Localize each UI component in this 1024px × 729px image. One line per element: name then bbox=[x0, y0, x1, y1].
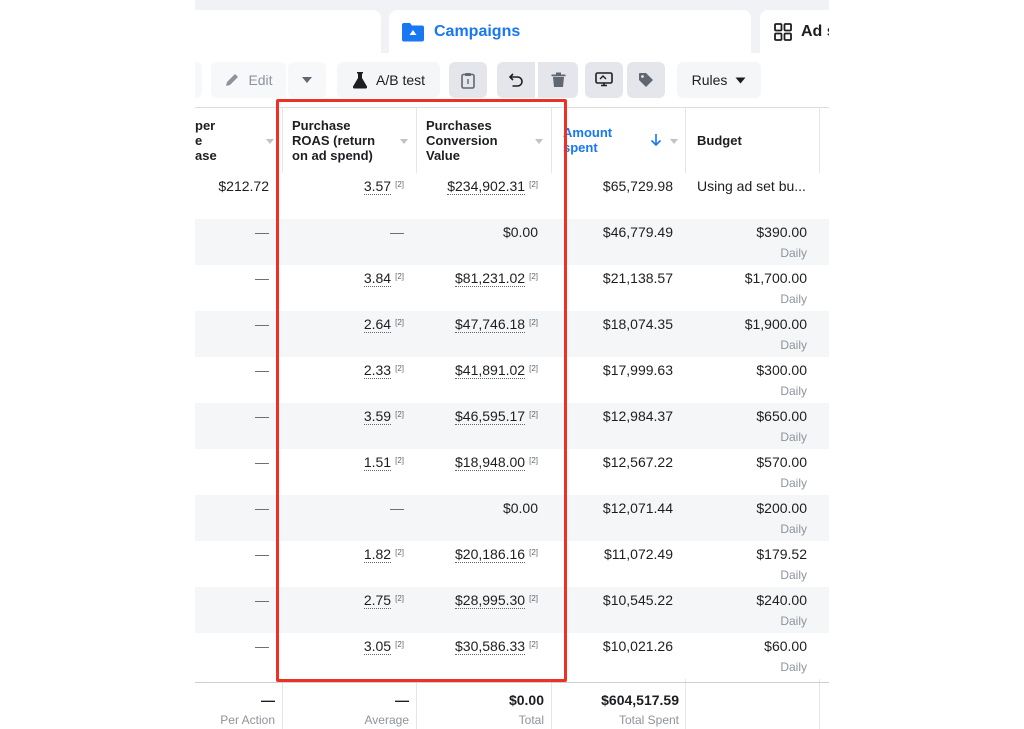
cell-amount-spent: $10,545.22 bbox=[602, 592, 673, 608]
summary-cost-label: Per Action bbox=[220, 713, 275, 727]
cell-amount-spent: $12,071.44 bbox=[602, 500, 673, 516]
flask-icon bbox=[352, 72, 368, 89]
tag-button[interactable] bbox=[627, 62, 665, 98]
header-amount-spent[interactable]: Amount spent bbox=[563, 125, 623, 155]
cell-cost-per-purchase: — bbox=[255, 500, 269, 516]
cell-budget-period: Daily bbox=[780, 292, 807, 306]
pencil-icon bbox=[226, 74, 239, 86]
cell-cost-per-purchase: — bbox=[255, 270, 269, 286]
cell-budget-period: Daily bbox=[780, 246, 807, 260]
cell-budget-period: Daily bbox=[780, 430, 807, 444]
header-line: e bbox=[195, 133, 203, 148]
ab-test-button[interactable]: A/B test bbox=[337, 62, 440, 98]
cell-cost-per-purchase: — bbox=[255, 592, 269, 608]
trash-icon bbox=[551, 72, 565, 87]
summary-roas-label: Average bbox=[364, 713, 409, 727]
create-button[interactable] bbox=[195, 62, 202, 98]
rules-label: Rules bbox=[691, 72, 728, 88]
tab-ads-label: Ad s bbox=[801, 22, 829, 40]
cell-amount-spent: $12,984.37 bbox=[602, 408, 673, 424]
cell-cost-per-purchase: — bbox=[255, 362, 269, 378]
cell-budget: $240.00 bbox=[756, 592, 807, 608]
header-line: Amount bbox=[563, 125, 613, 140]
highlight-box bbox=[276, 99, 567, 682]
cell-budget-period: Daily bbox=[780, 614, 807, 628]
cell-budget: $179.52 bbox=[756, 546, 807, 562]
cell-budget-period: Daily bbox=[780, 476, 807, 490]
sort-caret-icon[interactable] bbox=[670, 139, 678, 144]
cell-amount-spent: $65,729.98 bbox=[602, 178, 673, 194]
sort-descending-icon[interactable] bbox=[650, 133, 662, 147]
cell-budget: $60.00 bbox=[764, 638, 807, 654]
header-line: per bbox=[195, 118, 216, 133]
caret-down-icon bbox=[735, 77, 746, 83]
duplicate-button[interactable] bbox=[449, 62, 487, 98]
header-cost-per-purchase[interactable]: per e ase bbox=[195, 118, 265, 163]
edit-label: Edit bbox=[248, 72, 273, 88]
sort-caret-icon[interactable] bbox=[266, 139, 274, 144]
cell-amount-spent: $18,074.35 bbox=[602, 316, 673, 332]
cell-budget-period: Daily bbox=[780, 660, 807, 674]
ab-test-label: A/B test bbox=[375, 72, 426, 88]
summary-spent-label: Total Spent bbox=[618, 713, 679, 727]
export-icon bbox=[595, 72, 613, 87]
cell-amount-spent: $46,779.49 bbox=[602, 224, 673, 240]
cell-cost-per-purchase: — bbox=[255, 316, 269, 332]
cell-budget: Using ad set bu... bbox=[697, 178, 806, 194]
cell-cost-per-purchase: — bbox=[255, 408, 269, 424]
rules-button[interactable]: Rules bbox=[677, 62, 761, 98]
cell-amount-spent: $21,138.57 bbox=[602, 270, 673, 286]
tab-ads[interactable]: Ad s bbox=[760, 10, 829, 53]
tab-campaigns[interactable]: Campaigns bbox=[389, 10, 751, 53]
edit-dropdown-button[interactable] bbox=[288, 62, 326, 98]
cell-budget-period: Daily bbox=[780, 384, 807, 398]
summary-divider bbox=[195, 682, 829, 683]
cell-budget: $1,900.00 bbox=[744, 316, 807, 332]
summary-cost: — bbox=[261, 692, 275, 708]
cell-budget: $300.00 bbox=[756, 362, 807, 378]
cell-cost-per-purchase: $212.72 bbox=[218, 178, 269, 194]
cell-cost-per-purchase: — bbox=[255, 638, 269, 654]
cell-amount-spent: $17,999.63 bbox=[602, 362, 673, 378]
header-line: spent bbox=[563, 140, 598, 155]
cell-budget: $650.00 bbox=[756, 408, 807, 424]
header-line: ase bbox=[195, 148, 217, 163]
cell-budget-period: Daily bbox=[780, 338, 807, 352]
clipboard-icon bbox=[461, 72, 475, 89]
cell-amount-spent: $11,072.49 bbox=[603, 546, 673, 562]
cell-budget: $390.00 bbox=[756, 224, 807, 240]
cell-cost-per-purchase: — bbox=[255, 546, 269, 562]
cell-budget-period: Daily bbox=[780, 522, 807, 536]
folder-icon bbox=[402, 22, 424, 41]
header-budget[interactable]: Budget bbox=[697, 133, 742, 148]
tab-campaigns-label: Campaigns bbox=[434, 22, 521, 40]
undo-button[interactable] bbox=[497, 62, 535, 98]
tag-icon bbox=[639, 73, 653, 87]
cell-budget-period: Daily bbox=[780, 568, 807, 582]
edit-button[interactable]: Edit bbox=[211, 62, 286, 98]
summary-value: $0.00 bbox=[508, 692, 544, 708]
cell-budget: $1,700.00 bbox=[744, 270, 807, 286]
summary-roas: — bbox=[395, 692, 409, 708]
summary-spent: $604,517.59 bbox=[601, 692, 679, 708]
cell-budget: $570.00 bbox=[756, 454, 807, 470]
undo-icon bbox=[508, 73, 523, 87]
caret-down-icon bbox=[302, 77, 312, 83]
summary-value-label: Total bbox=[518, 713, 544, 727]
cell-budget: $200.00 bbox=[756, 500, 807, 516]
grid-icon bbox=[774, 22, 792, 41]
tab-ad-sets[interactable] bbox=[195, 10, 381, 53]
delete-button[interactable] bbox=[538, 62, 578, 98]
export-button[interactable] bbox=[585, 62, 623, 98]
cell-amount-spent: $10,021.26 bbox=[602, 638, 673, 654]
cell-cost-per-purchase: — bbox=[255, 454, 269, 470]
cell-cost-per-purchase: — bbox=[255, 224, 269, 240]
cell-amount-spent: $12,567.22 bbox=[602, 454, 673, 470]
